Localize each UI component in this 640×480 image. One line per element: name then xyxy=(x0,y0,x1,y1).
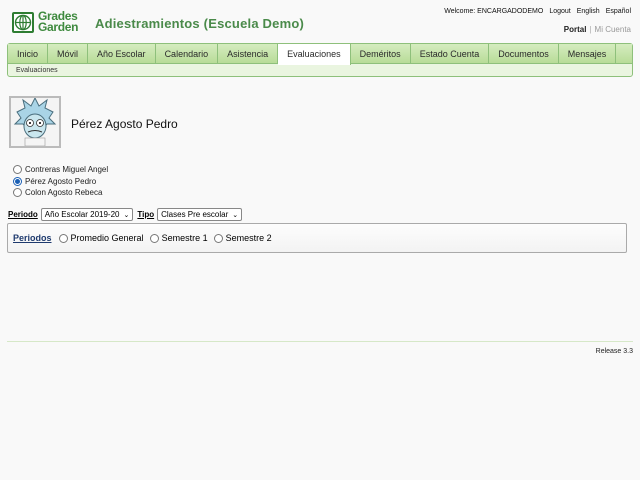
page-title: Adiestramientos (Escuela Demo) xyxy=(95,16,305,31)
student-option-label: Pérez Agosto Pedro xyxy=(25,176,97,186)
period-option-label: Semestre 1 xyxy=(161,233,208,243)
nav-tabs: Inicio Móvil Año Escolar Calendario Asis… xyxy=(8,44,632,65)
tab-evaluaciones[interactable]: Evaluaciones xyxy=(278,44,351,65)
period-option-label: Promedio General xyxy=(70,233,144,243)
main-nav: Inicio Móvil Año Escolar Calendario Asis… xyxy=(7,43,633,77)
chevron-down-icon: ⌄ xyxy=(232,211,239,219)
tab-inicio[interactable]: Inicio xyxy=(8,44,49,64)
radio-button[interactable] xyxy=(58,233,68,243)
avatar xyxy=(9,96,61,148)
logo-text: Grades Garden xyxy=(38,10,79,34)
period-option-semestre-1[interactable]: Semestre 1 xyxy=(149,233,208,243)
type-label: Tipo xyxy=(137,210,155,219)
chevron-down-icon: ⌄ xyxy=(123,211,130,219)
radio-button[interactable] xyxy=(213,233,223,243)
periods-panel: Periodos Promedio General Semestre 1 Sem… xyxy=(7,223,627,253)
tab-mensajes[interactable]: Mensajes xyxy=(559,44,617,64)
student-option-label: Contreras Miguel Angel xyxy=(25,165,109,175)
radio-button-selected[interactable] xyxy=(13,176,22,186)
period-select[interactable]: Año Escolar 2019-20 ⌄ xyxy=(40,208,134,221)
footer-divider xyxy=(7,341,633,342)
period-option-semestre-2[interactable]: Semestre 2 xyxy=(213,233,272,243)
globe-icon xyxy=(12,12,34,33)
radio-button[interactable] xyxy=(149,233,159,243)
student-selector: Contreras Miguel Angel Pérez Agosto Pedr… xyxy=(13,164,108,199)
portal-links: Portal | Mi Cuenta xyxy=(564,25,631,34)
espanol-link[interactable]: Español xyxy=(606,8,631,15)
period-select-value: Año Escolar 2019-20 xyxy=(44,210,120,219)
subnav-evaluaciones[interactable]: Evaluaciones xyxy=(8,64,632,74)
logo-line-2: Garden xyxy=(38,20,79,34)
student-option-label: Colon Agosto Rebeca xyxy=(25,188,103,198)
period-option-promedio-general[interactable]: Promedio General xyxy=(58,233,144,243)
period-option-label: Semestre 2 xyxy=(225,233,272,243)
welcome-text: Welcome: ENCARGADODEMO xyxy=(444,8,544,15)
tab-asistencia[interactable]: Asistencia xyxy=(218,44,279,64)
radio-button[interactable] xyxy=(13,165,22,175)
tab-ano-escolar[interactable]: Año Escolar xyxy=(88,44,156,64)
tab-movil[interactable]: Móvil xyxy=(48,44,89,64)
student-option-contreras[interactable]: Contreras Miguel Angel xyxy=(13,164,108,176)
student-option-colon[interactable]: Colon Agosto Rebeca xyxy=(13,187,108,199)
avatar-image xyxy=(11,96,59,147)
grades-garden-logo[interactable]: Grades Garden xyxy=(12,10,82,34)
period-label: Periodo xyxy=(8,210,38,219)
english-link[interactable]: English xyxy=(577,8,600,15)
tab-estado-cuenta[interactable]: Estado Cuenta xyxy=(411,44,490,64)
logout-link[interactable]: Logout xyxy=(549,8,570,15)
top-links: Welcome: ENCARGADODEMO Logout English Es… xyxy=(444,8,631,15)
link-separator: | xyxy=(589,25,592,34)
filters-bar: Periodo Año Escolar 2019-20 ⌄ Tipo Clase… xyxy=(8,208,246,221)
periods-label: Periodos xyxy=(13,233,52,243)
tab-documentos[interactable]: Documentos xyxy=(489,44,559,64)
release-version: Release 3.3 xyxy=(595,348,633,355)
portal-link[interactable]: Portal xyxy=(564,25,587,34)
my-account-link[interactable]: Mi Cuenta xyxy=(595,25,631,34)
student-name: Pérez Agosto Pedro xyxy=(71,117,178,131)
tab-demeritos[interactable]: Deméritos xyxy=(351,44,411,64)
radio-button[interactable] xyxy=(13,188,22,198)
student-option-perez[interactable]: Pérez Agosto Pedro xyxy=(13,176,108,188)
tab-calendario[interactable]: Calendario xyxy=(156,44,219,64)
type-select-value: Clases Pre escolar xyxy=(161,210,229,219)
type-select[interactable]: Clases Pre escolar ⌄ xyxy=(157,208,243,221)
